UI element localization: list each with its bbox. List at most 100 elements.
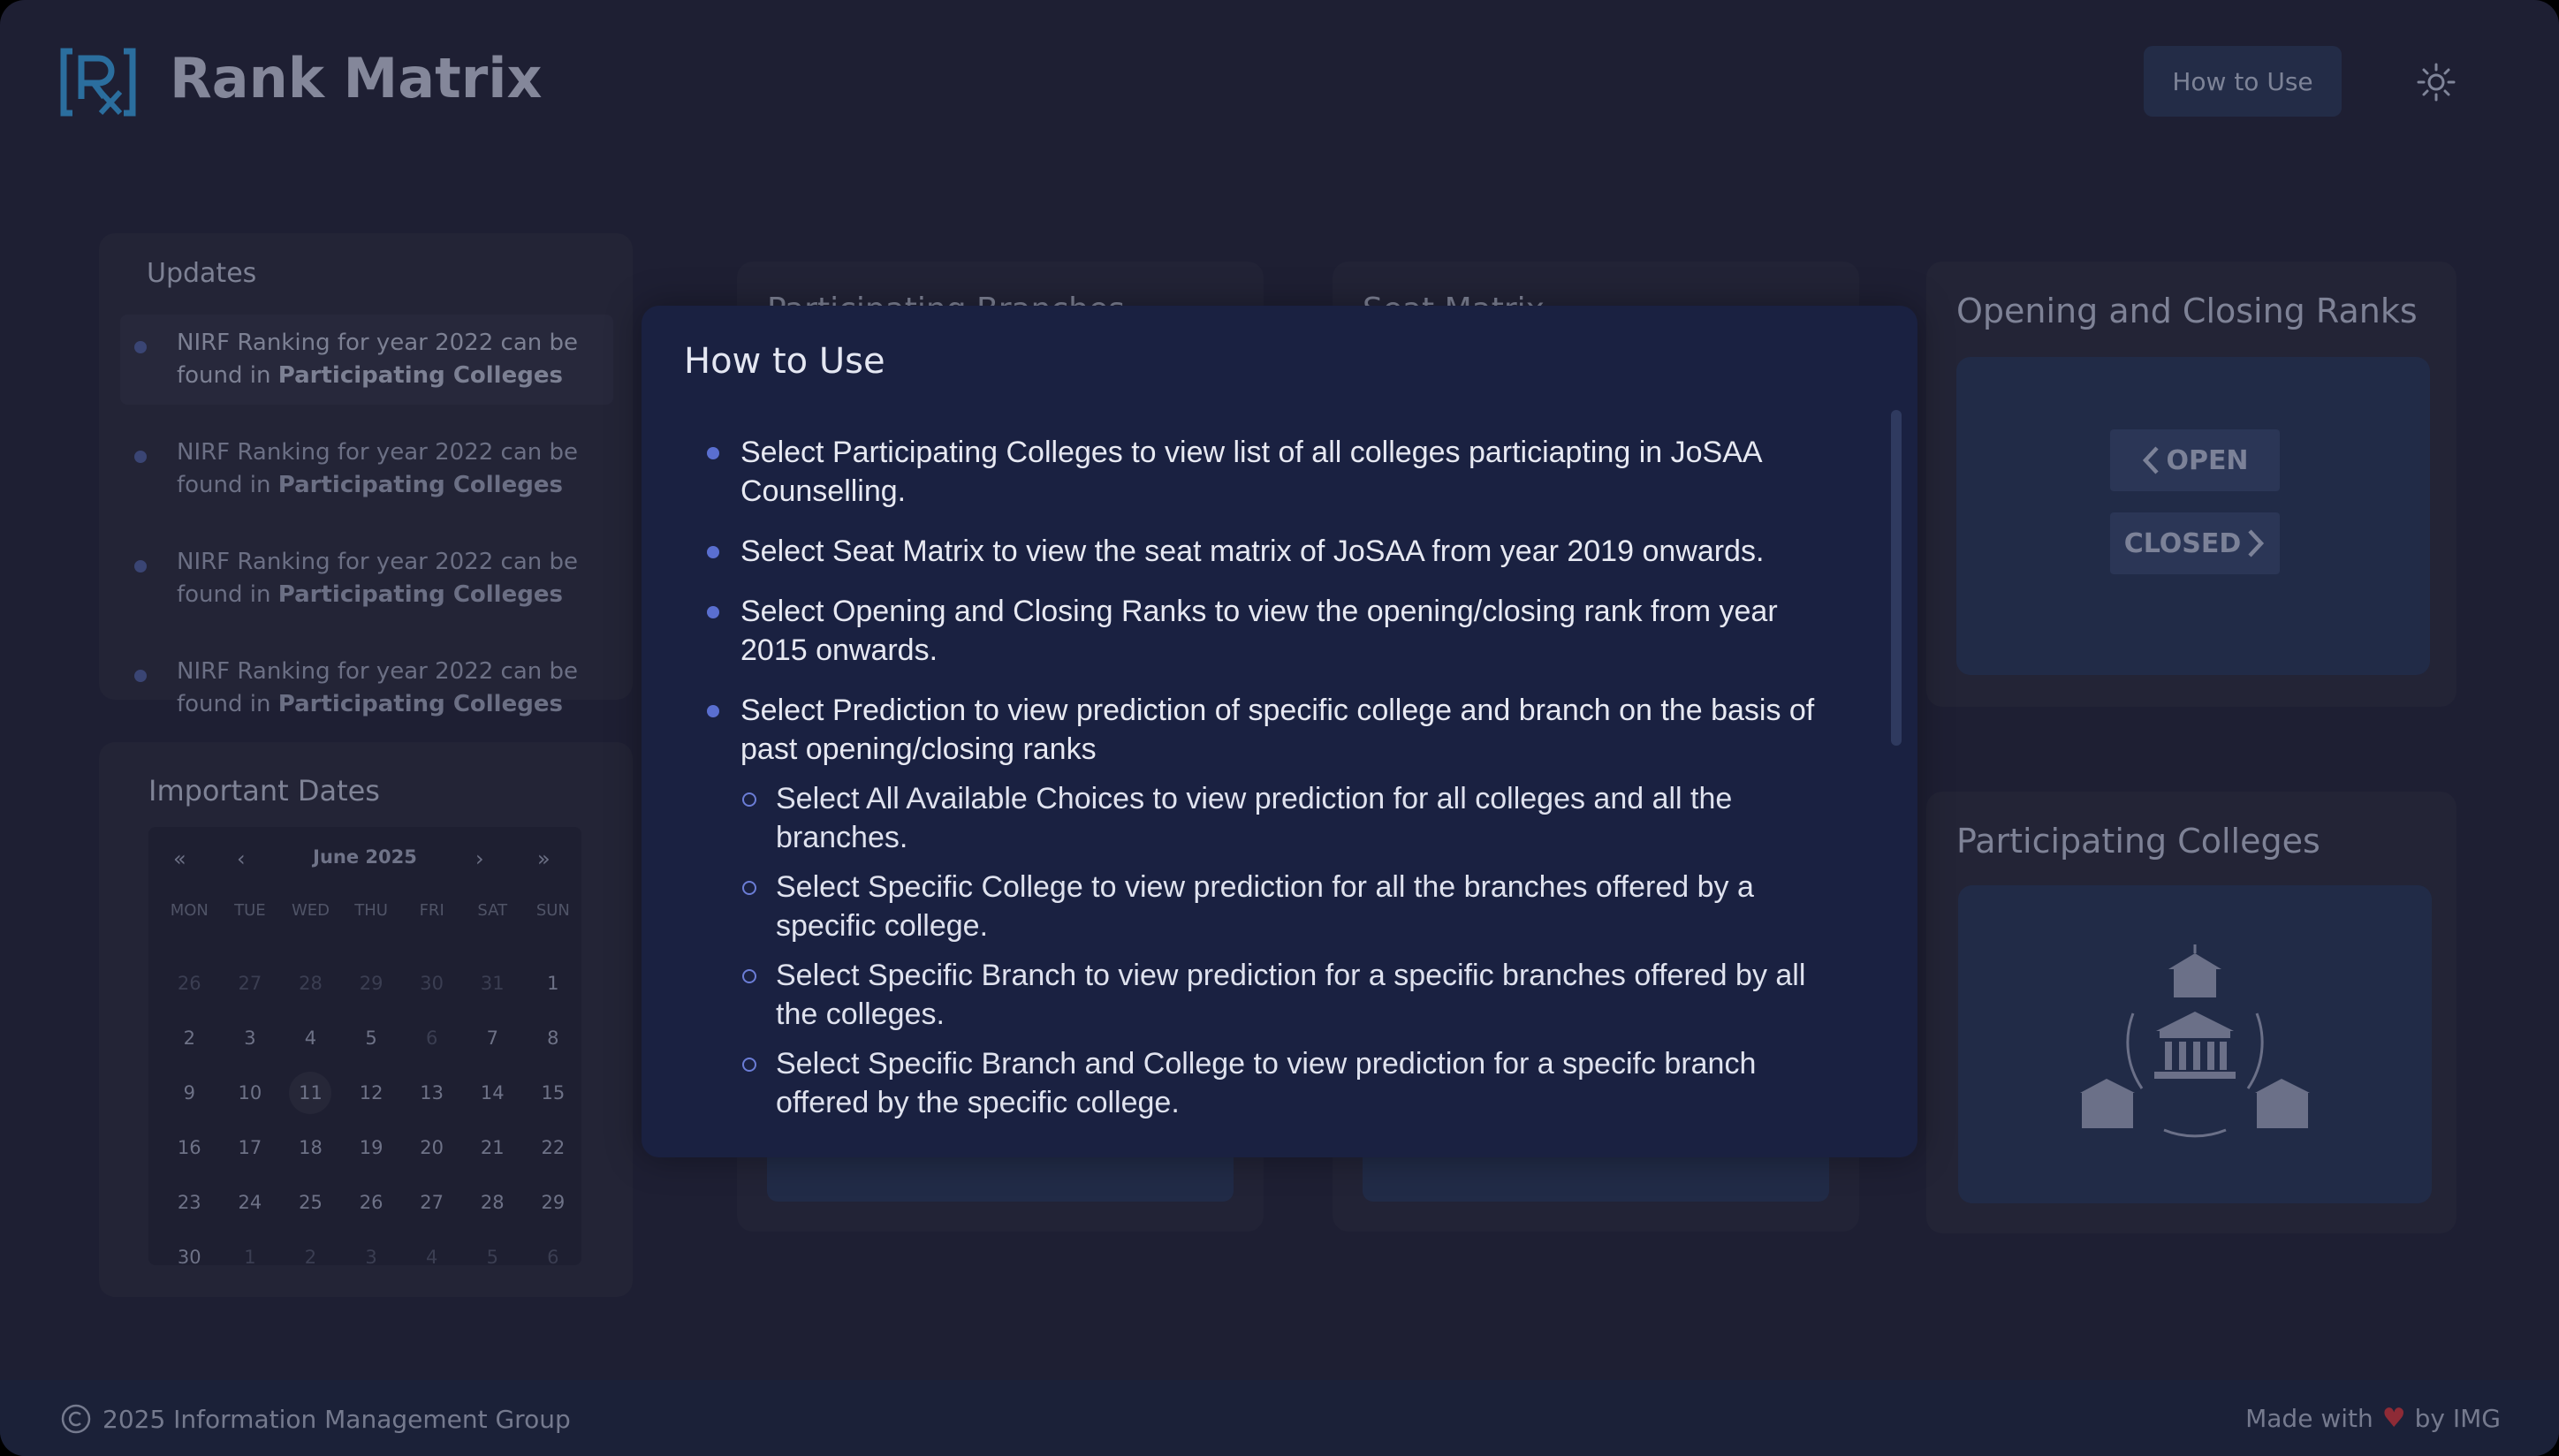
calendar-day[interactable]: 26	[159, 956, 220, 1011]
calendar-day[interactable]: 17	[220, 1120, 281, 1175]
calendar-day[interactable]: 2	[280, 1230, 341, 1285]
calendar-month-label[interactable]: June 2025	[148, 846, 581, 868]
calendar-day[interactable]: 5	[341, 1011, 402, 1065]
participating-colleges-card[interactable]: Participating Colleges	[1926, 792, 2456, 1233]
calendar-day-number: 6	[425, 1028, 438, 1049]
update-link[interactable]: Participating Colleges	[278, 362, 563, 389]
calendar-day[interactable]: 3	[341, 1230, 402, 1285]
calendar-day-number: 22	[541, 1137, 566, 1158]
next-year-button[interactable]: »	[537, 846, 551, 871]
calendar-day[interactable]: 6	[523, 1230, 584, 1285]
calendar-day[interactable]: 31	[462, 956, 523, 1011]
update-link[interactable]: Participating Colleges	[278, 581, 563, 608]
calendar-day[interactable]: 27	[401, 1175, 462, 1230]
theme-toggle-button[interactable]	[2414, 60, 2458, 104]
calendar-day-number: 4	[425, 1247, 438, 1268]
calendar-day-number: 28	[480, 1192, 505, 1213]
bullet-dot	[134, 560, 147, 573]
calendar-day-number: 13	[420, 1082, 444, 1103]
calendar-day-number: 23	[177, 1192, 201, 1213]
calendar-day-number: 9	[183, 1082, 195, 1103]
calendar-day-today[interactable]: 11	[280, 1065, 341, 1120]
calendar-day[interactable]: 30	[401, 956, 462, 1011]
calendar-day[interactable]: 4	[280, 1011, 341, 1065]
instruction-subitem: Select All Available Choices to view pre…	[677, 779, 1826, 857]
made-with: Made with ♥ by IMG	[2245, 1403, 2501, 1434]
calendar-day[interactable]: 16	[159, 1120, 220, 1175]
calendar-day-number: 5	[365, 1028, 377, 1049]
opening-closing-ranks-card[interactable]: Opening and Closing Ranks OPEN CLOSED	[1926, 262, 2456, 707]
calendar-day[interactable]: 26	[341, 1175, 402, 1230]
logo-icon[interactable]	[60, 48, 136, 117]
bullet-dot	[134, 670, 147, 682]
calendar-day[interactable]: 1	[220, 1230, 281, 1285]
next-month-button[interactable]: ›	[475, 846, 484, 871]
calendar-day-number: 15	[541, 1082, 566, 1103]
modal-body[interactable]: Select Participating Colleges to view li…	[677, 412, 1826, 1119]
calendar-day[interactable]: 4	[401, 1230, 462, 1285]
calendar-day-number: 4	[304, 1028, 317, 1049]
calendar-day-number: 21	[480, 1137, 505, 1158]
calendar-day[interactable]: 25	[280, 1175, 341, 1230]
calendar-day-number: 18	[299, 1137, 323, 1158]
calendar-day[interactable]: 15	[523, 1065, 584, 1120]
calendar-day-number: 17	[238, 1137, 262, 1158]
calendar-day-number: 6	[547, 1247, 559, 1268]
calendar-day-number: 30	[177, 1247, 201, 1268]
copyright: 2025 Information Management Group	[60, 1403, 571, 1435]
how-to-use-button[interactable]: How to Use	[2144, 46, 2342, 117]
calendar-day-number: 10	[238, 1082, 262, 1103]
update-item[interactable]: NIRF Ranking for year 2022 can be found …	[120, 643, 613, 733]
calendar-day[interactable]: 29	[341, 956, 402, 1011]
update-item[interactable]: NIRF Ranking for year 2022 can be found …	[120, 315, 613, 405]
calendar-day-number: 28	[299, 973, 323, 994]
calendar-day[interactable]: 29	[523, 1175, 584, 1230]
calendar-day-number: 7	[486, 1028, 498, 1049]
update-item[interactable]: NIRF Ranking for year 2022 can be found …	[120, 424, 613, 514]
calendar-day[interactable]: 20	[401, 1120, 462, 1175]
calendar: « ‹ June 2025 › » MON TUE WED THU FRI SAT SUN 2…	[148, 827, 581, 1268]
opening-closing-panel[interactable]: OPEN CLOSED	[1956, 357, 2430, 675]
calendar-day[interactable]: 10	[220, 1065, 281, 1120]
calendar-day[interactable]: 24	[220, 1175, 281, 1230]
calendar-day[interactable]: 18	[280, 1120, 341, 1175]
calendar-day[interactable]: 14	[462, 1065, 523, 1120]
calendar-day[interactable]: 28	[462, 1175, 523, 1230]
update-link[interactable]: Participating Colleges	[278, 472, 563, 498]
calendar-day-number: 8	[547, 1028, 559, 1049]
calendar-day[interactable]: 1	[523, 956, 584, 1011]
calendar-day-number: 27	[238, 973, 262, 994]
made-by-link[interactable]: by IMG	[2415, 1404, 2501, 1433]
update-item[interactable]: NIRF Ranking for year 2022 can be found …	[120, 534, 613, 624]
updates-heading: Updates	[147, 258, 257, 289]
calendar-day[interactable]: 6	[401, 1011, 462, 1065]
update-link[interactable]: Participating Colleges	[278, 691, 563, 717]
calendar-day[interactable]: 13	[401, 1065, 462, 1120]
calendar-day-number: 19	[359, 1137, 383, 1158]
calendar-day[interactable]: 19	[341, 1120, 402, 1175]
calendar-day-number: 20	[420, 1137, 444, 1158]
calendar-day[interactable]: 3	[220, 1011, 281, 1065]
calendar-day[interactable]: 5	[462, 1230, 523, 1285]
calendar-day-number: 3	[365, 1247, 377, 1268]
calendar-day[interactable]: 12	[341, 1065, 402, 1120]
calendar-day[interactable]: 9	[159, 1065, 220, 1120]
calendar-day-number: 26	[359, 1192, 383, 1213]
calendar-day[interactable]: 23	[159, 1175, 220, 1230]
modal-scrollbar[interactable]	[1891, 410, 1902, 746]
closed-badge: CLOSED	[2110, 512, 2280, 574]
heart-icon: ♥	[2381, 1403, 2406, 1434]
participating-colleges-panel[interactable]	[1958, 885, 2432, 1203]
open-label: OPEN	[2166, 444, 2249, 476]
calendar-weekday: TUE	[234, 901, 266, 920]
calendar-day[interactable]: 2	[159, 1011, 220, 1065]
calendar-day[interactable]: 27	[220, 956, 281, 1011]
calendar-grid: MON TUE WED THU FRI SAT SUN 26 27 28 29 30 31 1 2 3 4 5 6 7…	[159, 901, 583, 1285]
calendar-day[interactable]: 30	[159, 1230, 220, 1285]
calendar-day[interactable]: 7	[462, 1011, 523, 1065]
calendar-day[interactable]: 28	[280, 956, 341, 1011]
calendar-day[interactable]: 22	[523, 1120, 584, 1175]
calendar-day[interactable]: 8	[523, 1011, 584, 1065]
calendar-day[interactable]: 21	[462, 1120, 523, 1175]
calendar-day-number: 14	[480, 1082, 505, 1103]
